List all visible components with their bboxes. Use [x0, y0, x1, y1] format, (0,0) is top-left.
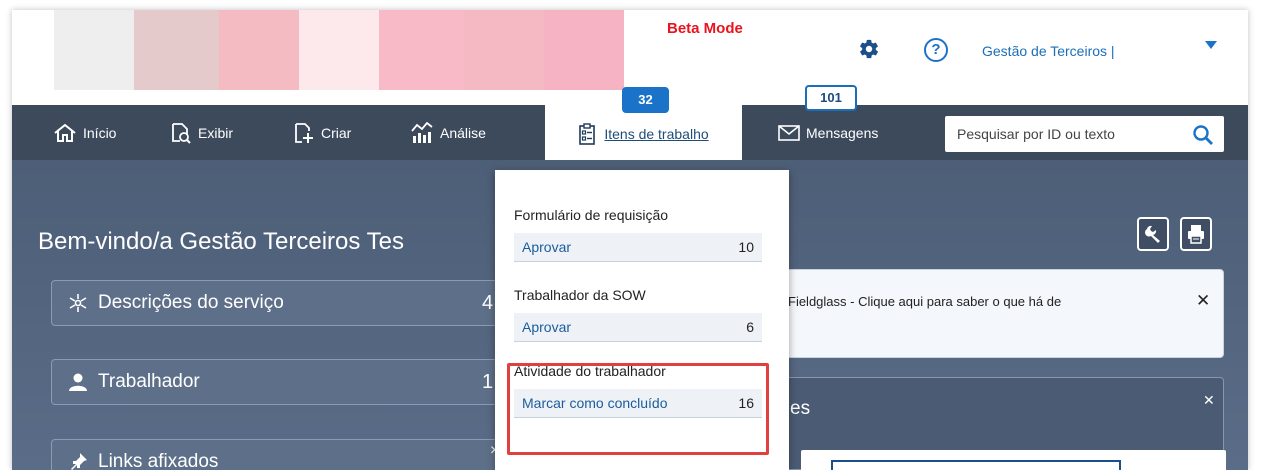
panel-worker[interactable]: Trabalhador 1: [51, 359, 551, 405]
envelope-icon: [778, 124, 800, 141]
work-items-dropdown: Formulário de requisição Aprovar 10 Trab…: [495, 170, 789, 470]
home-icon: [54, 123, 76, 142]
app-window: Beta Mode ? Gestão de Terceiros | Início…: [12, 10, 1248, 470]
nav-home-label: Início: [83, 124, 117, 141]
analytics-icon: [411, 121, 433, 143]
printer-icon: [1188, 225, 1204, 244]
panel-pinned-links-label: Links afixados: [98, 451, 219, 470]
brand-swatch-4: [299, 10, 379, 90]
beta-mode-label: Beta Mode: [667, 20, 743, 37]
panel-service-descriptions-count: 4: [482, 291, 494, 314]
dd-group-title: Trabalhador da SOW: [514, 287, 646, 303]
announcement-text[interactable]: Fieldglass - Clique aqui para saber o qu…: [788, 294, 1061, 309]
dd-group-requisition: Formulário de requisição Aprovar 10: [514, 207, 762, 262]
nav-analytics[interactable]: Análise: [410, 105, 486, 160]
create-icon: [295, 122, 313, 143]
nav-home[interactable]: Início: [53, 105, 116, 160]
view-icon: [172, 122, 191, 144]
card-close-icon[interactable]: ✕: [1203, 392, 1215, 409]
nav-work-items-label: Itens de trabalho: [604, 125, 709, 142]
close-icon[interactable]: ✕: [1196, 291, 1210, 311]
gear-icon[interactable]: [858, 38, 880, 60]
dd-group-sow-worker: Trabalhador da SOW Aprovar 6: [514, 287, 762, 342]
work-items-count-badge: 32: [622, 87, 669, 113]
highlight-box: [507, 363, 769, 455]
tenant-menu-label[interactable]: Gestão de Terceiros |: [982, 43, 1115, 59]
nav-messages[interactable]: Mensagens: [778, 105, 878, 160]
dd-row-label: Aprovar: [522, 319, 572, 335]
nav-messages-label: Mensagens: [806, 124, 879, 141]
brand-swatch-3: [219, 10, 299, 90]
print-button[interactable]: [1180, 217, 1212, 251]
nav-create-label: Criar: [321, 124, 352, 141]
nav-analytics-label: Análise: [440, 124, 486, 141]
messages-count-badge: 101: [805, 85, 857, 111]
brand-swatch-5: [379, 10, 464, 90]
pin-icon: [71, 453, 87, 470]
panel-service-descriptions[interactable]: Descrições do serviço 4: [51, 280, 551, 326]
brand-swatch-6: [464, 10, 544, 90]
dashboard-card-title: es: [790, 398, 811, 419]
clipboard-icon: [579, 122, 596, 145]
dd-row-approve-sow[interactable]: Aprovar 6: [514, 313, 762, 342]
wrench-icon: [1144, 225, 1160, 243]
chevron-down-icon[interactable]: [1205, 41, 1217, 49]
nav-work-items[interactable]: Itens de trabalho: [545, 105, 742, 162]
nav-view-label: Exibir: [198, 124, 234, 141]
nav-view[interactable]: Exibir: [170, 105, 233, 160]
search-icon[interactable]: [1192, 124, 1214, 146]
brand-swatch-1: [54, 10, 134, 90]
dd-row-count: 6: [746, 319, 754, 335]
search-box[interactable]: [945, 116, 1224, 152]
dd-group-title: Formulário de requisição: [514, 207, 669, 223]
panel-worker-count: 1: [482, 370, 494, 393]
help-icon[interactable]: ?: [924, 38, 948, 62]
dd-row-count: 10: [738, 239, 754, 255]
main-nav: Início Exibir Criar Análise Itens de tra…: [12, 105, 1248, 162]
brand-swatch-7: [544, 10, 624, 90]
panel-worker-label: Trabalhador: [98, 371, 200, 392]
panel-pinned-links[interactable]: Links afixados ×: [51, 439, 551, 470]
person-icon: [69, 373, 87, 391]
tools-button[interactable]: [1137, 217, 1169, 251]
announcement-banner[interactable]: Fieldglass - Clique aqui para saber o qu…: [757, 269, 1224, 358]
nav-create[interactable]: Criar: [293, 105, 351, 160]
dd-row-approve-requisition[interactable]: Aprovar 10: [514, 233, 762, 262]
dashboard-card-content: [831, 460, 1121, 470]
service-icon: [69, 294, 87, 312]
dashboard-card-body: [801, 450, 1226, 470]
panel-service-descriptions-label: Descrições do serviço: [98, 292, 284, 313]
welcome-title: Bem-vindo/a Gestão Terceiros Tes: [38, 228, 404, 255]
search-input[interactable]: [957, 126, 1182, 142]
dd-row-label: Aprovar: [522, 239, 572, 255]
brand-swatch-2: [134, 10, 219, 90]
